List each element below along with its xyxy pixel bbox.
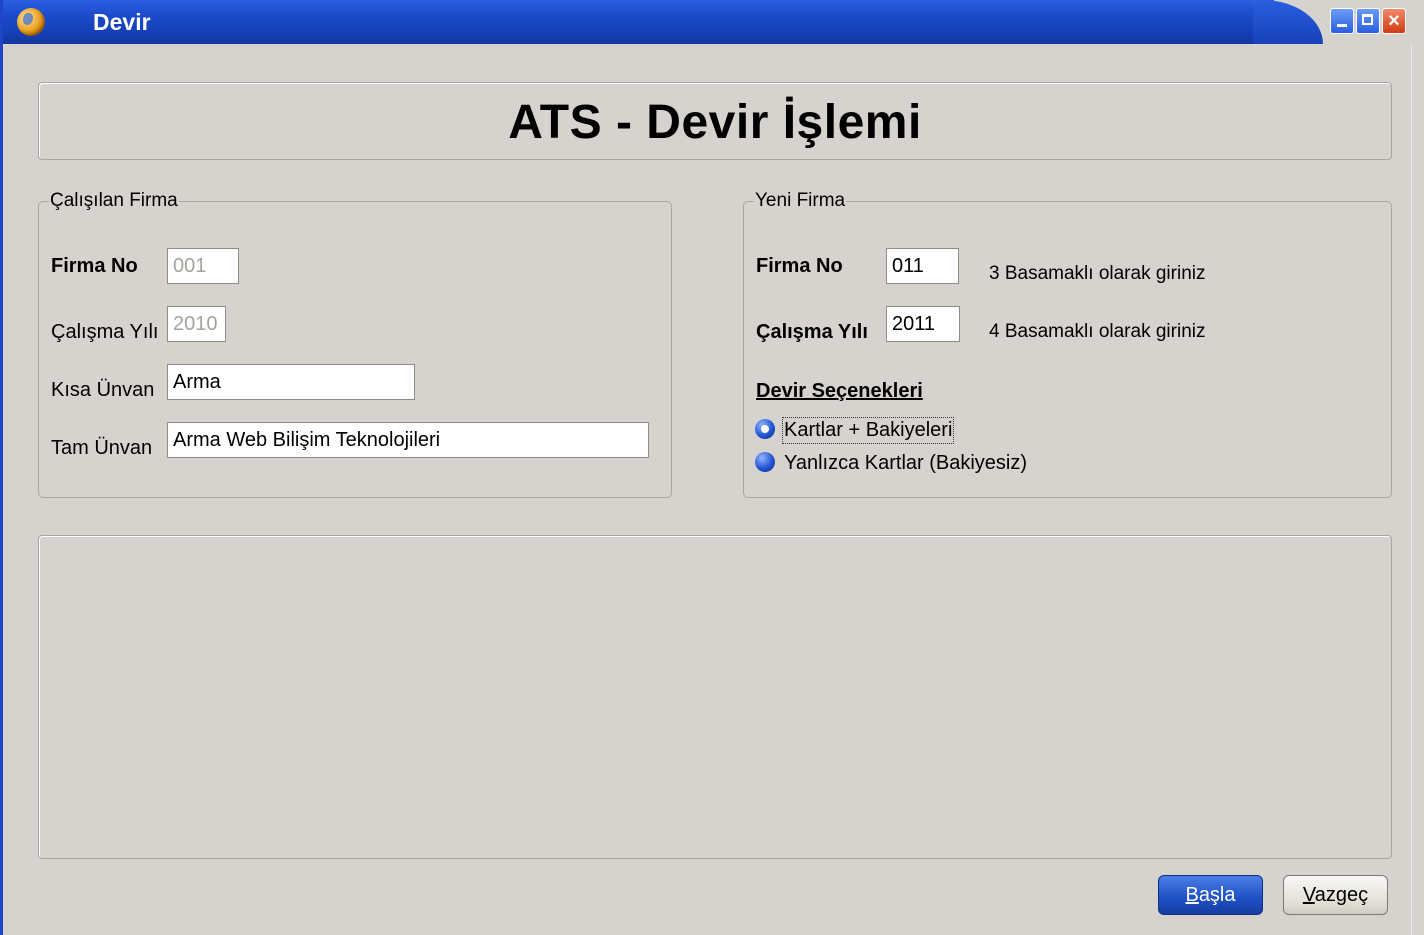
radio-yanlizca-kartlar-label[interactable]: Yanlızca Kartlar (Bakiyesiz)	[784, 452, 1027, 475]
cancel-button-mnemonic: V	[1302, 884, 1315, 906]
new-calisma-yili-label: Çalışma Yılı	[756, 321, 868, 343]
calisma-yili-hint: 4 Basamaklı olarak giriniz	[989, 321, 1206, 342]
header-panel: ATS - Devir İşlemi	[38, 82, 1392, 160]
close-icon: ×	[1388, 10, 1400, 32]
new-company-legend: Yeni Firma	[755, 190, 846, 211]
tam-unvan-field[interactable]: Arma Web Bilişim Teknolojileri	[167, 422, 649, 458]
page-title: ATS - Devir İşlemi	[508, 96, 922, 149]
current-company-legend: Çalışılan Firma	[50, 190, 178, 211]
globe-app-icon[interactable]	[17, 8, 45, 36]
radio-yanlizca-kartlar[interactable]	[755, 452, 775, 472]
radio-kartlar-bakiyeleri[interactable]	[755, 419, 775, 439]
minimize-button[interactable]	[1330, 8, 1354, 34]
kisa-unvan-label: Kısa Ünvan	[51, 379, 155, 401]
current-calisma-yili-field: 2010	[167, 306, 226, 342]
minimize-icon	[1337, 24, 1347, 27]
cancel-button[interactable]: Vazgeç	[1283, 875, 1388, 915]
cancel-button-label: azgeç	[1314, 884, 1369, 906]
title-bar[interactable]: Devir	[3, 0, 1424, 44]
tam-unvan-label: Tam Ünvan	[51, 437, 153, 459]
window-right-edge	[1411, 44, 1424, 935]
radio-kartlar-bakiyeleri-label[interactable]: Kartlar + Bakiyeleri	[781, 417, 955, 444]
start-button[interactable]: Başla	[1158, 875, 1263, 915]
devir-window: Devir × ATS - Devir İşlemi Çalışılan Fir…	[0, 0, 1424, 935]
current-firma-no-field: 001	[167, 248, 239, 284]
maximize-icon	[1362, 14, 1373, 25]
window-title: Devir	[93, 9, 151, 35]
start-button-label: aşla	[1198, 884, 1236, 906]
current-firma-no-label: Firma No	[51, 255, 138, 277]
maximize-button[interactable]	[1356, 8, 1380, 34]
firma-no-hint: 3 Basamaklı olarak giriniz	[989, 263, 1206, 284]
devir-options-title: Devir Seçenekleri	[756, 380, 923, 402]
close-button[interactable]: ×	[1382, 8, 1406, 34]
kisa-unvan-field[interactable]: Arma	[167, 364, 415, 400]
current-calisma-yili-label: Çalışma Yılı	[51, 321, 159, 343]
new-calisma-yili-input[interactable]: 2011	[886, 306, 960, 342]
new-firma-no-input[interactable]: 011	[886, 248, 959, 284]
new-firma-no-label: Firma No	[756, 255, 843, 277]
progress-log-panel	[38, 535, 1392, 859]
window-controls: ×	[1330, 8, 1406, 34]
start-button-mnemonic: B	[1185, 884, 1199, 906]
